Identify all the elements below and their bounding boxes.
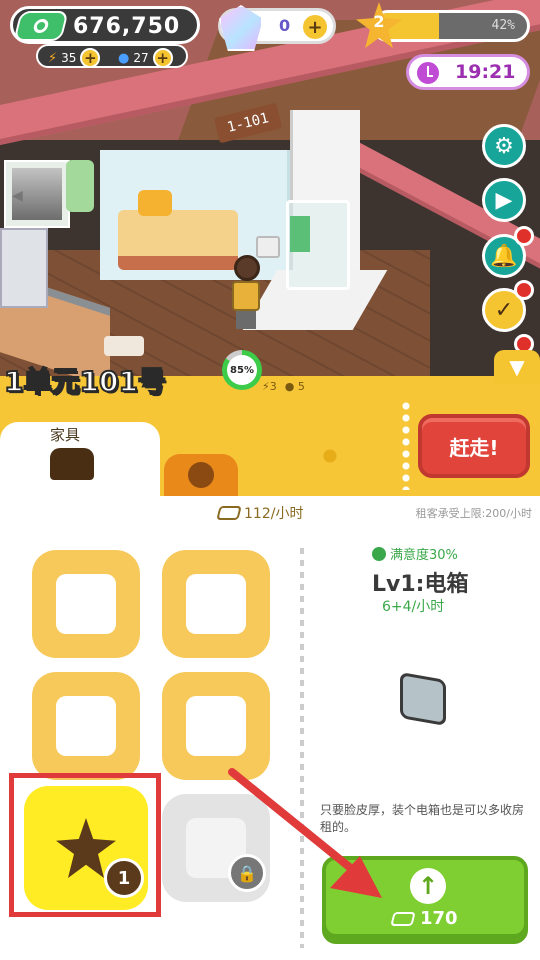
level-progress-text: 42% [491,18,515,33]
fridge [0,228,48,308]
cash-icon [13,11,69,41]
electric-box-image [400,671,446,727]
settings-button[interactable]: ⚙ [482,124,526,168]
upgrade-cost: 170 [390,908,458,929]
item-name: Lv1:电箱 [372,572,469,597]
clipboard-icon: ✓ [494,297,514,323]
tenant-portrait[interactable]: ◀ [4,160,70,228]
tenant-icon [188,462,214,488]
towel [290,216,310,252]
play-icon: ▶ [495,187,513,213]
shower-tile[interactable] [162,672,270,780]
energy-counter: ⚡ 35 + [48,48,101,68]
evict-button[interactable]: 赶走! [418,414,530,478]
sofa-icon [50,448,94,480]
item-description: 只要脸皮厚，装个电箱也是可以多收房租的。 [320,803,525,834]
share-button[interactable]: ▶ [482,178,526,222]
upgrade-button[interactable]: ↑ 170 [322,856,528,944]
money-counter: 676,750 [10,6,200,44]
water-value: 27 [133,51,149,65]
up-arrow-icon: ↑ [410,868,446,904]
tab-furniture[interactable]: 家具 [0,422,160,496]
money-value: 676,750 [73,14,181,39]
range-hood-tile[interactable] [162,550,270,658]
bell-icon: 🔔 [490,243,518,269]
dashed-divider [300,548,304,948]
bed [118,210,238,270]
shower-icon [186,696,246,756]
resource-bar: ⚡ 35 + ● 27 + [36,44,188,68]
detail-satisfaction-value: 满意度30% [390,548,458,563]
dotted-divider [400,400,412,490]
add-energy-button[interactable]: + [80,48,101,68]
room-water: ● 5 [284,380,305,393]
satisfaction-ring: 85% [222,350,262,390]
clock-icon [415,60,441,86]
range-hood-icon [186,574,246,634]
water-counter: ● 27 + [118,48,173,68]
chevron-down-icon: ▼ [509,355,525,379]
level-number: 2 [373,12,385,31]
game-clock: 19:21 [406,54,530,90]
rent-cap: 租客承受上限:200/小时 [415,507,532,520]
add-gems-button[interactable]: + [303,15,327,39]
tenant-avatar[interactable] [228,255,264,330]
gem-counter: 0 + [218,5,336,51]
detail-satisfaction: 满意度30% [372,544,458,563]
energy-value: 35 [61,51,77,65]
rent-rate-value: 112/小时 [244,506,304,522]
selection-highlight [9,773,161,917]
satisfaction-ring-value: 85% [227,355,257,385]
bathtub-icon [56,574,116,634]
tasks-dot [514,280,534,300]
collapse-panel-button[interactable]: ▼ [494,350,540,384]
tab-tenant[interactable] [164,454,238,496]
bathtub-tile[interactable] [32,550,140,658]
notification-dot [514,226,534,246]
tab-furniture-label: 家具 [50,426,81,444]
plant-pots [104,336,144,356]
add-water-button[interactable]: + [152,48,173,68]
cash-icon [216,506,242,520]
lock-icon: 🔒 [228,854,266,892]
cash-icon [390,911,416,926]
upgrade-cost-value: 170 [420,908,458,929]
rent-rate: 112/小时 [216,503,304,523]
room-title: 1单元101号 [3,364,167,399]
item-rent: 6+4/小时 [382,599,445,615]
pillow [138,190,172,216]
gear-icon: ⚙ [494,133,514,159]
toilet-icon [56,696,116,756]
water-drop-icon: ● [118,50,130,66]
toilet-tile[interactable] [32,672,140,780]
smile-icon [372,546,386,561]
gem-value: 0 [279,16,291,35]
room-stats: ⚡3 ● 5 [262,380,305,393]
room-energy: ⚡3 [262,380,277,393]
bolt-icon: ⚡ [48,50,58,66]
portrait-frame [66,160,94,212]
clock-time: 19:21 [455,61,516,83]
